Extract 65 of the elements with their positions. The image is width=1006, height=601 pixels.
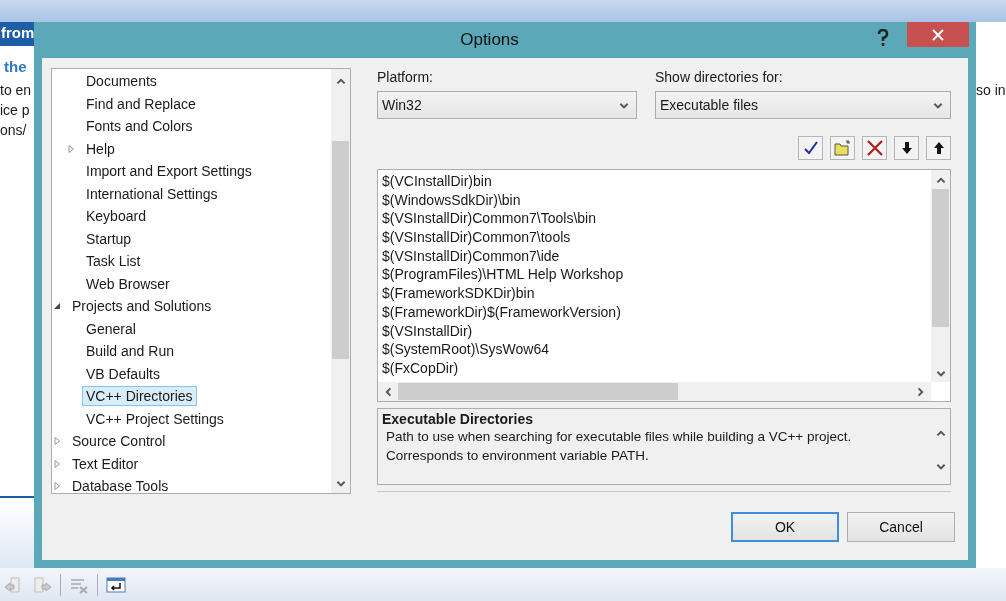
check-button[interactable] bbox=[798, 136, 823, 160]
description-text: Path to use when searching for executable files while building a VC++ project. Corresponds to environment variable PATH. bbox=[385, 428, 853, 465]
scrollbar[interactable] bbox=[931, 170, 950, 382]
panel-background bbox=[0, 496, 34, 568]
description-title: Executable Directories bbox=[382, 411, 534, 427]
list-item[interactable]: $(FxCopDir) bbox=[382, 358, 931, 378]
scrollbar-thumb[interactable] bbox=[332, 141, 349, 359]
tree-item[interactable]: Find and Replace bbox=[82, 93, 200, 114]
list-item[interactable]: $(VSInstallDir) bbox=[382, 321, 931, 341]
checkmark-icon bbox=[801, 139, 820, 157]
field-label: Platform: bbox=[377, 69, 434, 85]
list-item[interactable]: $(VSInstallDir)Common7\tools bbox=[382, 228, 931, 247]
return-icon[interactable] bbox=[106, 574, 126, 595]
ok-button[interactable]: OK bbox=[731, 512, 839, 542]
body-text: ons/ bbox=[0, 121, 28, 139]
cancel-button[interactable]: Cancel bbox=[847, 512, 955, 542]
platform-dropdown[interactable]: Win32 bbox=[377, 91, 637, 119]
tree-item[interactable]: Fonts and Colors bbox=[82, 116, 197, 137]
down-button[interactable] bbox=[894, 136, 919, 160]
tree-item[interactable]: Build and Run bbox=[82, 341, 178, 362]
list-item[interactable]: $(VSInstallDir)Common7\ide bbox=[382, 246, 931, 266]
list-item[interactable]: $(FrameworkSDKDir)bin bbox=[382, 284, 931, 303]
tree-item[interactable]: Task List bbox=[82, 251, 145, 272]
tree-item[interactable]: VC++ Directories bbox=[82, 386, 197, 407]
body-text: ice p bbox=[0, 101, 31, 119]
list-item[interactable]: $(VSInstallDir)Common7\Tools\bin bbox=[382, 209, 931, 229]
new-folder-icon bbox=[833, 139, 852, 157]
list-item[interactable]: $(ProgramFiles)\HTML Help Workshop bbox=[382, 265, 931, 285]
tree-item[interactable]: VC++ Project Settings bbox=[82, 408, 228, 429]
tree-item[interactable]: Projects and Solutions bbox=[68, 296, 216, 317]
list-item[interactable]: $(SystemRoot)\SysWow64 bbox=[382, 340, 931, 359]
up-button[interactable] bbox=[926, 136, 951, 160]
tree-item[interactable]: Documents bbox=[82, 71, 161, 92]
close-icon bbox=[932, 28, 944, 41]
tree-item[interactable]: Help bbox=[82, 138, 119, 159]
tree-item[interactable]: Text Editor bbox=[68, 453, 143, 474]
body-text: to en bbox=[0, 81, 33, 99]
tree-item[interactable]: General bbox=[82, 318, 140, 339]
collapse-arrow-icon[interactable] bbox=[52, 301, 62, 312]
tree-item[interactable]: Source Control bbox=[68, 431, 170, 452]
directory-type-dropdown[interactable]: Executable files bbox=[655, 91, 951, 119]
scrollbar[interactable] bbox=[331, 69, 350, 493]
tree-item[interactable]: Import and Export Settings bbox=[82, 161, 256, 182]
tree-item[interactable]: Keyboard bbox=[82, 206, 150, 227]
tree-item[interactable]: VB Defaults bbox=[82, 363, 164, 384]
scrollbar-thumb[interactable] bbox=[932, 189, 949, 327]
scrollbar-thumb[interactable] bbox=[398, 383, 678, 400]
tree-item[interactable]: Web Browser bbox=[82, 273, 174, 294]
field-label: Show directories for: bbox=[655, 69, 784, 85]
window-title: from bbox=[0, 22, 34, 46]
new-folder-button[interactable] bbox=[830, 136, 855, 160]
body-text: so in bbox=[976, 82, 1006, 98]
tree-item[interactable]: International Settings bbox=[82, 183, 222, 204]
window-title: Options bbox=[459, 30, 520, 50]
heading: the bbox=[4, 58, 28, 75]
delete-button[interactable] bbox=[862, 136, 887, 160]
list-item[interactable]: $(FrameworkDir)$(FrameworkVersion) bbox=[382, 302, 931, 322]
tree-item[interactable]: Database Tools bbox=[68, 476, 173, 493]
tree-item[interactable]: Startup bbox=[82, 228, 136, 249]
close-button[interactable] bbox=[907, 22, 969, 47]
scrollbar[interactable] bbox=[378, 382, 931, 401]
delete-icon bbox=[865, 139, 884, 157]
list-item[interactable]: $(WindowsSdkDir)\bin bbox=[382, 190, 931, 210]
help-icon bbox=[877, 28, 889, 47]
list-item[interactable]: $(VCInstallDir)bin bbox=[382, 172, 931, 191]
